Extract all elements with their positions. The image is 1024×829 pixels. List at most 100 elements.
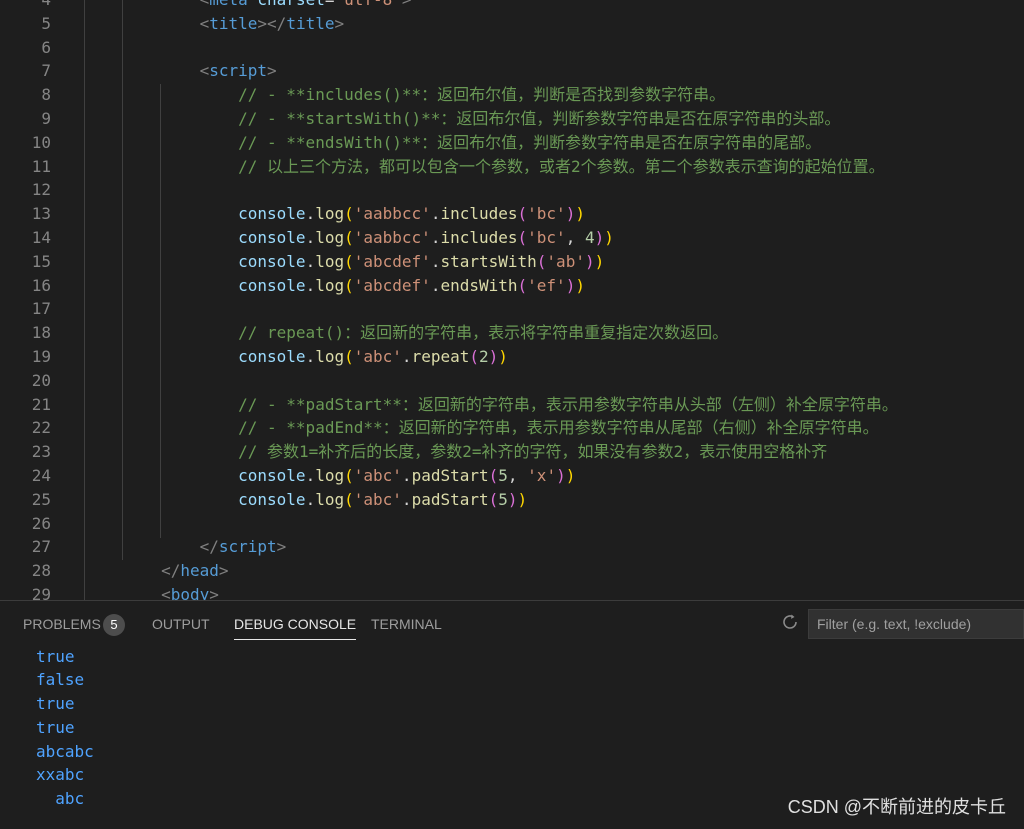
code-token: .	[305, 251, 316, 271]
code-token: console	[238, 204, 306, 224]
code-token: padStart	[411, 489, 489, 509]
line-number: 20	[31, 370, 51, 390]
code-line[interactable]: 15 console.log('abcdef'.startsWith('ab')…	[0, 250, 1024, 274]
code-line[interactable]: 24 console.log('abc'.padStart(5, 'x'))	[0, 464, 1024, 488]
code-token: (	[469, 347, 479, 366]
code-line[interactable]: 22 // - **padEnd**：返回新的字符串，表示用参数字符串从尾部（右…	[0, 416, 1024, 440]
code-line[interactable]: 5 <title></title>	[0, 12, 1024, 36]
code-token: log	[315, 228, 345, 247]
code-token: >	[267, 61, 277, 81]
code-token: >	[218, 561, 229, 581]
code-text: </head>	[84, 559, 229, 583]
line-number: 7	[41, 61, 51, 81]
tab-output[interactable]: OUTPUT	[152, 601, 210, 645]
code-token: 'ab'	[546, 251, 585, 271]
code-token: .	[305, 347, 316, 366]
code-line[interactable]: 10 // - **endsWith()**：返回布尔值，判断参数字符串是否在原…	[0, 131, 1024, 155]
code-token: 'abcdef'	[353, 251, 431, 271]
code-line[interactable]: 13 console.log('aabbcc'.includes('bc'))	[0, 202, 1024, 226]
code-text: console.log('aabbcc'.includes('bc'))	[84, 202, 585, 226]
code-line[interactable]: 4 <meta charset="utf-8">	[0, 0, 1024, 12]
code-line[interactable]: 29 <body>	[0, 583, 1024, 600]
code-token: console	[238, 466, 306, 485]
code-token: includes	[440, 228, 518, 247]
code-token: <	[161, 585, 171, 600]
code-token: .	[305, 489, 316, 509]
code-token: )	[565, 275, 576, 295]
code-token: (	[344, 275, 354, 295]
code-token: .	[430, 228, 441, 247]
code-line[interactable]: 16 console.log('abcdef'.endsWith('ef'))	[0, 274, 1024, 298]
code-token: (	[344, 251, 354, 271]
code-token: title	[286, 13, 335, 33]
code-editor[interactable]: 4 <meta charset="utf-8">5 <title></title…	[0, 0, 1024, 600]
code-token: padStart	[411, 466, 489, 485]
code-token: </	[161, 561, 181, 581]
code-token: 'aabbcc'	[353, 228, 431, 247]
code-token: (	[488, 489, 499, 509]
code-token: log	[315, 275, 345, 295]
code-text: <script>	[84, 59, 277, 83]
code-line[interactable]: 18 // repeat()：返回新的字符串，表示将字符串重复指定次数返回。	[0, 321, 1024, 345]
code-token: >	[334, 13, 345, 33]
code-token: 'abc'	[353, 489, 402, 509]
line-number: 5	[41, 13, 51, 33]
code-token: (	[536, 251, 547, 271]
filter-input[interactable]	[808, 609, 1024, 639]
refresh-icon[interactable]	[779, 611, 801, 633]
code-line[interactable]: 20	[0, 369, 1024, 393]
tab-problems[interactable]: PROBLEMS	[23, 601, 101, 645]
console-output-line: true	[36, 718, 75, 737]
code-token: console	[238, 228, 306, 247]
code-line[interactable]: 27 </script>	[0, 535, 1024, 559]
code-token: .	[430, 204, 441, 224]
code-line[interactable]: 6	[0, 36, 1024, 60]
console-output-line: false	[36, 670, 85, 689]
code-token: repeat	[411, 347, 470, 366]
tab-debug-console[interactable]: DEBUG CONSOLE	[234, 601, 357, 645]
code-line[interactable]: 23 // 参数1=补齐后的长度，参数2=补齐的字符，如果没有参数2，表示使用空…	[0, 440, 1024, 464]
code-token: // repeat()：返回新的字符串，表示将字符串重复指定次数返回。	[238, 323, 729, 343]
line-number: 15	[31, 251, 51, 271]
code-text: // repeat()：返回新的字符串，表示将字符串重复指定次数返回。	[84, 321, 728, 345]
code-token: (	[344, 347, 354, 366]
code-line[interactable]: 19 console.log('abc'.repeat(2))	[0, 345, 1024, 369]
code-line[interactable]: 17	[0, 297, 1024, 321]
line-number: 22	[31, 418, 51, 438]
code-text: console.log('abc'.repeat(2))	[84, 345, 508, 369]
code-token: // - **includes()**：返回布尔值，判断是否找到参数字符串。	[238, 85, 726, 105]
code-line[interactable]: 14 console.log('aabbcc'.includes('bc', 4…	[0, 226, 1024, 250]
code-token: .	[430, 275, 441, 295]
code-token: )	[507, 489, 518, 509]
code-line[interactable]: 21 // - **padStart**：返回新的字符串，表示用参数字符串从头部…	[0, 393, 1024, 417]
tab-terminal[interactable]: TERMINAL	[371, 601, 442, 645]
console-output-line: true	[36, 647, 75, 666]
line-number: 24	[31, 466, 51, 485]
line-number: 6	[41, 37, 51, 57]
code-line[interactable]: 7 <script>	[0, 59, 1024, 83]
code-line[interactable]: 11 // 以上三个方法，都可以包含一个参数，或者2个参数。第二个参数表示查询的…	[0, 155, 1024, 179]
code-token: console	[238, 251, 306, 271]
code-line[interactable]: 25 console.log('abc'.padStart(5))	[0, 488, 1024, 512]
code-text: // 以上三个方法，都可以包含一个参数，或者2个参数。第二个参数表示查询的起始位…	[84, 155, 885, 179]
code-token: 'ef'	[527, 275, 566, 295]
code-token: 4	[584, 228, 595, 247]
code-token: )	[498, 347, 508, 366]
line-number: 16	[31, 275, 51, 295]
code-token: )	[575, 204, 585, 224]
code-line[interactable]: 9 // - **startsWith()**：返回布尔值，判断参数字符串是否在…	[0, 107, 1024, 131]
code-line[interactable]: 8 // - **includes()**：返回布尔值，判断是否找到参数字符串。	[0, 83, 1024, 107]
code-line[interactable]: 28 </head>	[0, 559, 1024, 583]
line-number: 29	[31, 585, 51, 600]
bottom-panel: PROBLEMS 5 OUTPUT DEBUG CONSOLE TERMINAL…	[0, 600, 1024, 829]
code-line[interactable]: 26	[0, 512, 1024, 536]
code-token: script	[209, 61, 268, 81]
code-line[interactable]: 12	[0, 178, 1024, 202]
